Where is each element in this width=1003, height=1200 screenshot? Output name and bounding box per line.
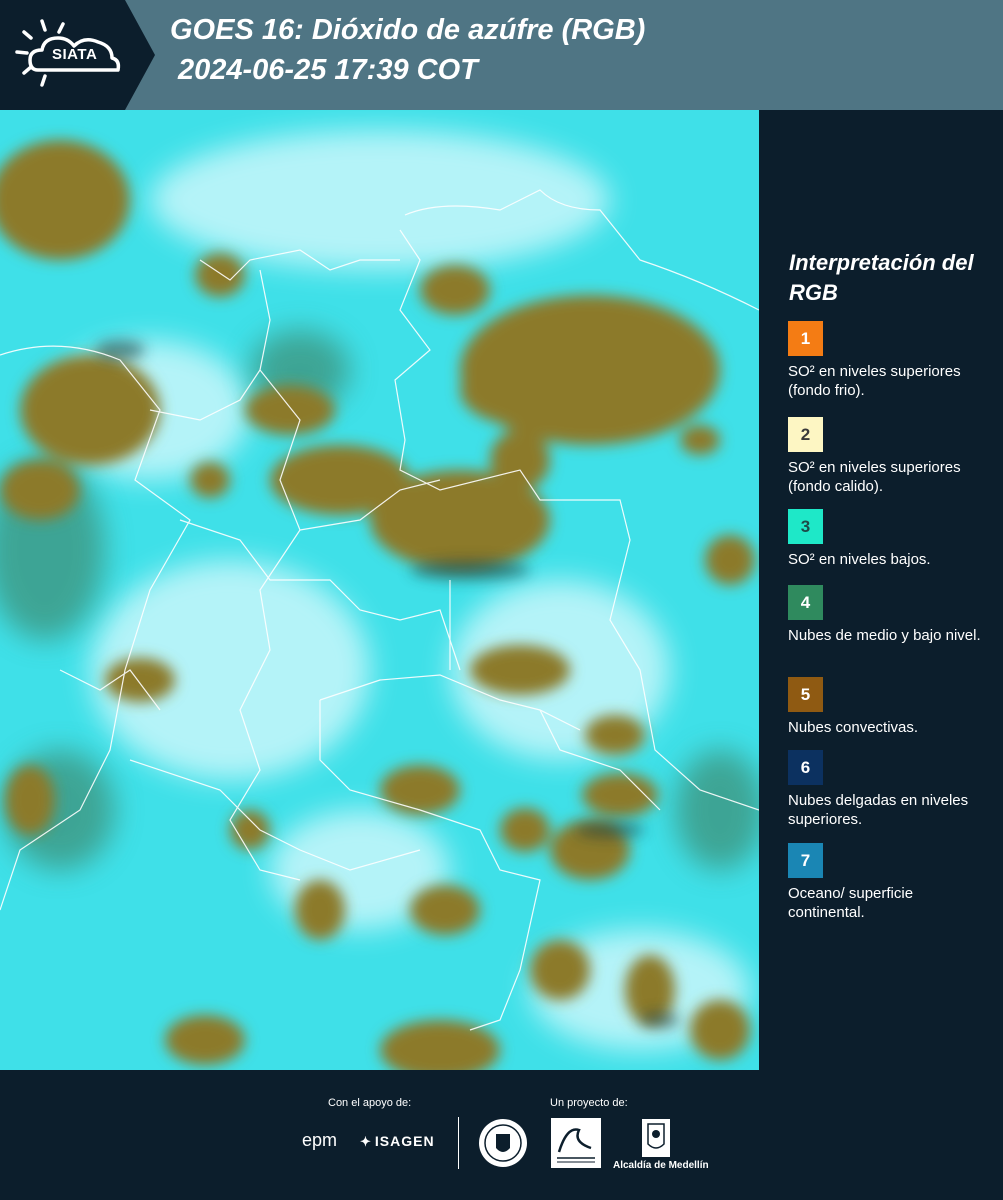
legend-item-7: 7 Oceano/ superficie continental. (788, 843, 993, 922)
area-metropolitana-logo (551, 1118, 601, 1173)
legend-item-2: 2 SO² en niveles superiores (fondo calid… (788, 417, 993, 508)
project-label: Un proyecto de: (550, 1097, 628, 1109)
legend-swatch-5: 5 (788, 677, 823, 712)
legend-number-4: 4 (800, 592, 811, 612)
legend-number-6: 6 (800, 757, 811, 777)
legend-text-6: Nubes delgadas en niveles superiores. (788, 792, 969, 828)
legend-swatch-2: 2 (788, 417, 823, 452)
satellite-map (0, 110, 759, 1070)
legend-swatch-7: 7 (788, 843, 823, 878)
footer-divider (458, 1117, 459, 1169)
legend-item-3: 3 SO² en niveles bajos. (788, 509, 993, 569)
siata-logo: SIATA (0, 0, 155, 110)
legend-text-2: SO² en niveles superiores (fondo calido)… (788, 459, 961, 495)
alcaldia-label: Alcaldía de Medellín (613, 1160, 709, 1171)
legend-text-4: Nubes de medio y bajo nivel. (788, 627, 981, 644)
legend-number-7: 7 (800, 850, 811, 870)
epm-logo: epm (302, 1130, 338, 1150)
legend-text-3: SO² en niveles bajos. (788, 551, 931, 568)
legend-number-5: 5 (800, 684, 811, 704)
legend-swatch-4: 4 (788, 585, 823, 620)
legend-number-1: 1 (800, 328, 811, 348)
legend-item-4: 4 Nubes de medio y bajo nivel. (788, 585, 993, 645)
legend-panel: Interpretación del RGB 1 SO² en niveles … (759, 110, 1003, 1070)
legend-text-5: Nubes convectivas. (788, 719, 919, 736)
logo-text: SIATA (52, 46, 98, 63)
legend-swatch-3: 3 (788, 509, 823, 544)
isagen-logo: ✦ ISAGEN (360, 1133, 435, 1150)
legend-number-3: 3 (800, 516, 811, 536)
legend-number-2: 2 (800, 424, 811, 444)
footer: Con el apoyo de: Un proyecto de: epm ✦ IS… (0, 1070, 1003, 1200)
isagen-icon: ✦ (360, 1134, 372, 1149)
alcaldia-shield-icon (641, 1118, 671, 1163)
legend-title: Interpretación del RGB (789, 250, 974, 305)
legend-text-1: SO² en niveles superiores (fondo frio). (788, 363, 961, 399)
medellin-seal-icon (478, 1118, 528, 1173)
timestamp: 2024-06-25 17:39 COT (178, 54, 478, 86)
isagen-text: ISAGEN (374, 1133, 435, 1149)
header-bar: SIATA GOES 16: Dióxido de azúfre (RGB) 2… (0, 0, 1003, 110)
legend-item-6: 6 Nubes delgadas en niveles superiores. (788, 750, 993, 829)
support-label: Con el apoyo de: (328, 1097, 412, 1109)
legend-item-1: 1 SO² en niveles superiores (fondo frio)… (788, 321, 993, 400)
page-title: GOES 16: Dióxido de azúfre (RGB) (170, 14, 646, 46)
legend-text-7: Oceano/ superficie continental. (788, 885, 914, 921)
legend-item-5: 5 Nubes convectivas. (788, 677, 993, 737)
legend-swatch-6: 6 (788, 750, 823, 785)
legend-swatch-1: 1 (788, 321, 823, 356)
